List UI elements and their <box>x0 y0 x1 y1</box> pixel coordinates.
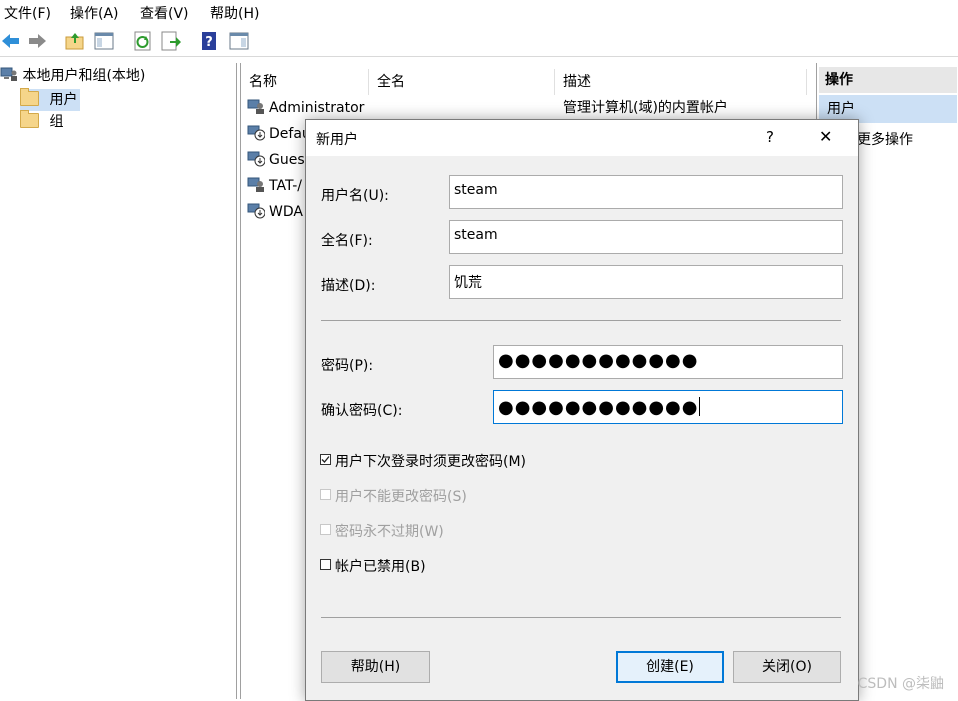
row-name: TAT-/ <box>269 178 302 194</box>
user-icon <box>247 99 264 114</box>
checkbox-label: 密码永不过期(W) <box>335 524 444 540</box>
tree-pane: 本地用户和组(本地) 用户 组 <box>0 63 237 699</box>
folder-icon <box>20 110 39 128</box>
confirm-password-label: 确认密码(C): <box>321 403 403 419</box>
menu-view[interactable]: 查看(V) <box>140 3 189 23</box>
watermark: CSDN @柒鼬 <box>857 676 944 692</box>
disabled-user-icon <box>247 151 265 167</box>
menu-file[interactable]: 文件(F) <box>4 3 51 23</box>
close-button[interactable]: 关闭(O) <box>733 651 841 683</box>
username-input[interactable]: steam <box>449 175 843 209</box>
dialog-close-button[interactable]: ✕ <box>819 127 832 146</box>
table-row[interactable]: Defau <box>247 121 311 147</box>
checkbox-checked-icon <box>320 454 331 465</box>
show-action-pane-icon[interactable] <box>228 30 250 52</box>
svg-text:?: ? <box>205 35 213 50</box>
back-arrow-icon[interactable] <box>0 30 22 52</box>
tree-root[interactable]: 本地用户和组(本地) <box>0 65 145 87</box>
help-button[interactable]: 帮助(H) <box>321 651 430 683</box>
tree-root-label: 本地用户和组(本地) <box>22 68 146 84</box>
up-folder-icon[interactable] <box>64 30 86 52</box>
cannot-change-password-checkbox[interactable]: 用户不能更改密码(S) <box>320 486 467 506</box>
folder-icon <box>20 88 39 106</box>
more-actions-link[interactable]: 更多操作 <box>857 129 913 149</box>
table-row[interactable]: TAT-/ <box>247 173 302 199</box>
disabled-user-icon <box>247 203 265 219</box>
column-header-description[interactable]: 描述 <box>555 69 807 95</box>
must-change-password-checkbox[interactable]: 用户下次登录时须更改密码(M) <box>320 451 526 471</box>
separator <box>321 320 841 321</box>
export-list-icon[interactable] <box>160 30 182 52</box>
show-hide-tree-icon[interactable] <box>93 30 115 52</box>
disabled-user-icon <box>247 125 265 141</box>
actions-header: 操作 <box>819 67 957 93</box>
column-header-fullname[interactable]: 全名 <box>369 69 555 95</box>
tree-item-groups[interactable]: 组 <box>20 110 64 133</box>
menu-help[interactable]: 帮助(H) <box>210 3 259 23</box>
checkbox-unchecked-icon <box>320 559 331 570</box>
checkbox-label: 用户下次登录时须更改密码(M) <box>335 454 527 470</box>
description-input[interactable]: 饥荒 <box>449 265 843 299</box>
row-name: Administrator <box>269 100 365 116</box>
user-icon <box>247 177 264 192</box>
username-label: 用户名(U): <box>321 188 389 204</box>
tree-item-users-label: 用户 <box>49 92 78 108</box>
checkbox-unchecked-icon <box>320 524 331 535</box>
new-user-dialog: 新用户 ? ✕ 用户名(U): steam 全名(F): steam 描述(D)… <box>305 119 859 701</box>
dialog-title-bar: 新用户 ? ✕ <box>306 120 858 156</box>
table-row[interactable]: WDA <box>247 199 303 225</box>
create-button[interactable]: 创建(E) <box>616 651 724 683</box>
row-description: 管理计算机(域)的内置帐户 <box>563 100 728 116</box>
refresh-icon[interactable] <box>132 30 154 52</box>
row-name: WDA <box>269 204 303 220</box>
tree-item-groups-label: 组 <box>49 114 64 130</box>
separator <box>321 617 841 618</box>
description-label: 描述(D): <box>321 278 376 294</box>
fullname-input[interactable]: steam <box>449 220 843 254</box>
confirm-password-input[interactable]: ●●●●●●●●●●●● <box>493 390 843 424</box>
table-row[interactable]: Gues <box>247 147 305 173</box>
help-book-icon[interactable]: ? <box>198 30 220 52</box>
menu-action[interactable]: 操作(A) <box>70 3 119 23</box>
table-row[interactable]: Administrator 管理计算机(域)的内置帐户 <box>247 95 728 121</box>
password-label: 密码(P): <box>321 358 374 374</box>
toolbar: ? <box>0 26 958 57</box>
password-input[interactable]: ●●●●●●●●●●●● <box>493 345 843 379</box>
tree-item-users[interactable]: 用户 <box>20 88 81 111</box>
forward-arrow-icon[interactable] <box>26 30 48 52</box>
checkbox-unchecked-icon <box>320 489 331 500</box>
computer-users-icon <box>0 67 17 81</box>
menu-bar: 文件(F) 操作(A) 查看(V) 帮助(H) <box>0 0 958 26</box>
password-never-expires-checkbox[interactable]: 密码永不过期(W) <box>320 521 444 541</box>
row-name: Gues <box>269 152 305 168</box>
fullname-label: 全名(F): <box>321 233 373 249</box>
checkbox-label: 用户不能更改密码(S) <box>335 489 467 505</box>
confirm-password-value: ●●●●●●●●●●●● <box>498 397 699 418</box>
column-header-name[interactable]: 名称 <box>241 69 369 95</box>
dialog-help-button[interactable]: ? <box>766 128 774 146</box>
text-caret <box>699 397 701 416</box>
account-disabled-checkbox[interactable]: 帐户已禁用(B) <box>320 556 426 576</box>
dialog-title: 新用户 <box>316 132 358 148</box>
checkbox-label: 帐户已禁用(B) <box>335 559 426 575</box>
